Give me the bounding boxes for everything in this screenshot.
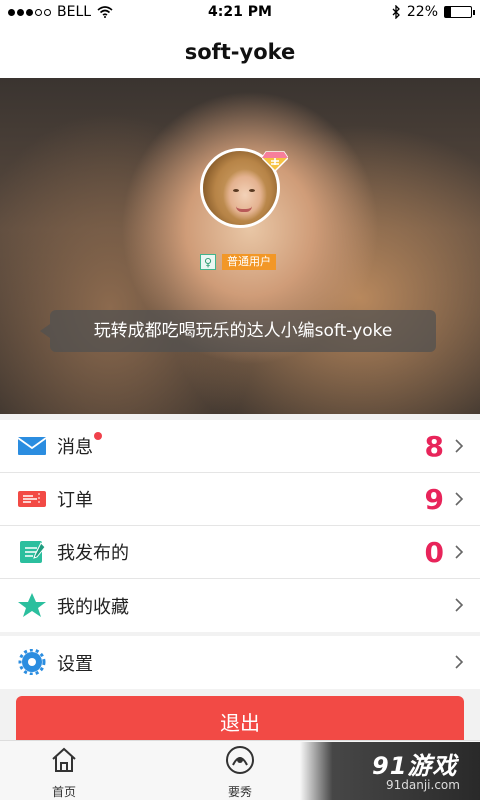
watermark-url: 91danji.com — [386, 778, 460, 792]
menu-label-orders: 订单 — [57, 490, 93, 511]
bio-text: 玩转成都吃喝玩乐的达人小编soft-yoke — [40, 310, 436, 352]
status-right: 22% — [391, 4, 475, 20]
menu-label-favorites: 我的收藏 — [57, 596, 129, 618]
battery-percent: 22% — [406, 4, 438, 20]
watermark: 91游戏 91danji.com — [300, 742, 480, 800]
menu-list: 消息 8 订单 9 我发布的 0 我的收藏 — [0, 420, 480, 632]
ticket-icon — [18, 491, 46, 507]
show-icon — [226, 746, 254, 774]
chevron-right-icon — [455, 492, 464, 506]
chevron-right-icon — [455, 598, 464, 612]
chevron-right-icon — [455, 655, 464, 669]
tab-home[interactable]: 首页 — [24, 745, 104, 800]
star-icon — [18, 593, 46, 617]
unread-dot — [94, 432, 102, 440]
menu-label-published: 我发布的 — [57, 543, 129, 564]
chevron-right-icon — [455, 545, 464, 559]
status-bar: BELL 4:21 PM 22% — [0, 0, 480, 26]
mail-icon — [17, 437, 47, 455]
home-icon — [52, 747, 76, 772]
tab-show[interactable]: 要秀 — [200, 745, 280, 800]
diamond-badge-icon — [262, 151, 288, 172]
profile-hero: ♀ 普通用户 玩转成都吃喝玩乐的达人小编soft-yoke — [0, 78, 480, 414]
tab-show-label: 要秀 — [227, 785, 252, 799]
notebook-icon — [20, 541, 46, 563]
menu-item-published[interactable]: 我发布的 0 — [0, 526, 480, 579]
settings-list: 设置 — [0, 636, 480, 689]
menu-item-orders[interactable]: 订单 9 — [0, 473, 480, 526]
orders-count: 9 — [424, 482, 444, 516]
menu-item-favorites[interactable]: 我的收藏 — [0, 579, 480, 632]
published-count: 0 — [424, 535, 444, 569]
watermark-logo: 91游戏 — [372, 752, 458, 780]
bluetooth-icon — [392, 5, 400, 19]
menu-item-messages[interactable]: 消息 8 — [0, 420, 480, 473]
menu-item-settings[interactable]: 设置 — [0, 636, 480, 689]
menu-label-settings: 设置 — [57, 653, 93, 675]
tab-home-label: 首页 — [51, 785, 76, 799]
chevron-right-icon — [455, 439, 464, 453]
messages-count: 8 — [424, 429, 444, 463]
gear-icon — [18, 649, 46, 675]
page-title: soft-yoke — [0, 26, 480, 78]
user-level-badge: 普通用户 — [222, 254, 276, 270]
battery-fill — [445, 7, 451, 17]
female-icon: ♀ — [200, 254, 216, 270]
menu-label-messages: 消息 — [57, 437, 93, 458]
role-row: ♀ 普通用户 — [200, 254, 276, 270]
battery-icon — [444, 6, 475, 18]
